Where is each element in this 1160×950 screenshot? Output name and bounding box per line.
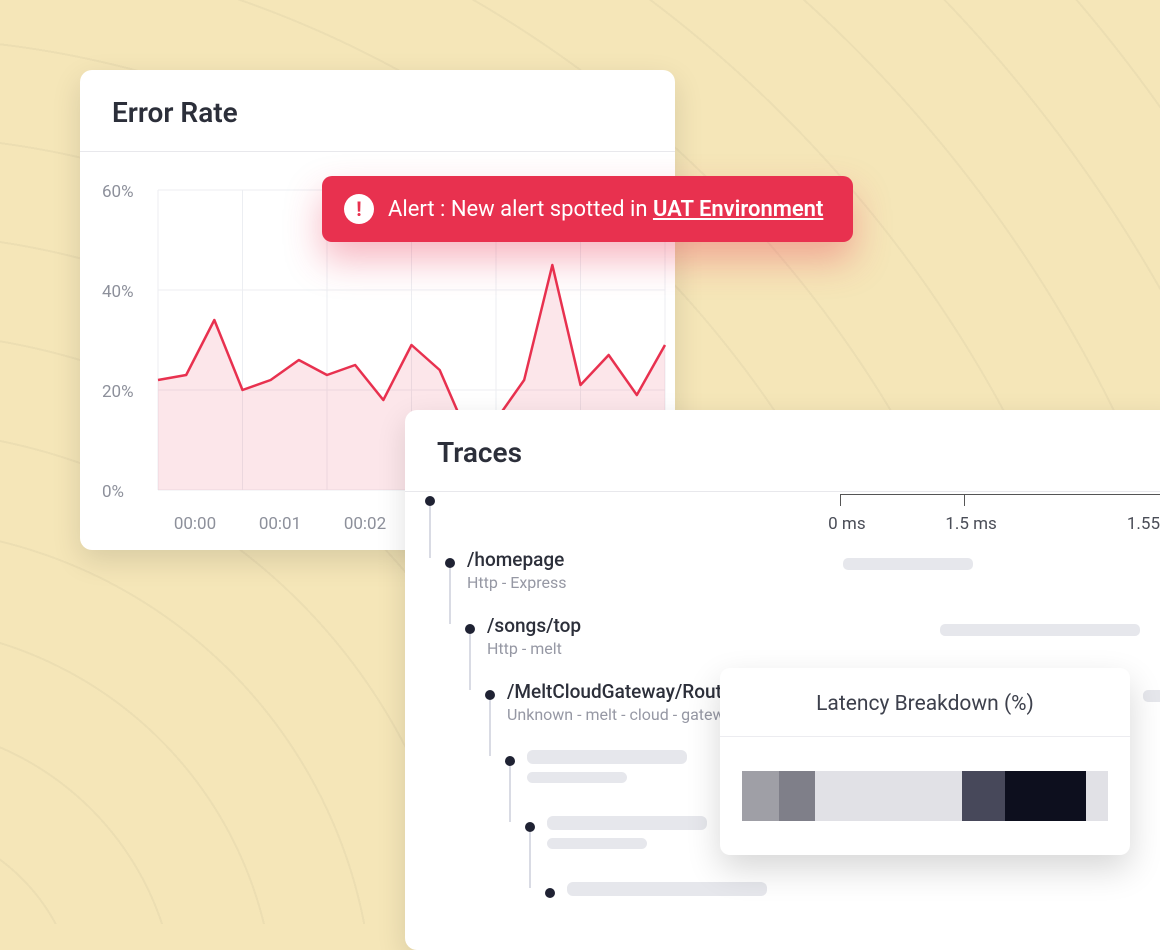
trace-name: /homepage [467, 548, 567, 571]
latency-segment [815, 771, 961, 821]
latency-segment [1086, 771, 1108, 821]
trace-name: /songs/top [487, 614, 581, 637]
latency-segment [742, 771, 779, 821]
trace-item[interactable]: /MeltCloudGateway/Routi Unknown - melt -… [507, 680, 727, 724]
trace-dot[interactable] [485, 690, 495, 700]
latency-segment [1005, 771, 1086, 821]
alert-message: New alert spotted in [451, 197, 653, 222]
trace-span-bar [940, 624, 1140, 636]
latency-bar[interactable] [720, 737, 1130, 855]
trace-span-bar [1143, 690, 1160, 702]
x-tick-label: 00:02 [344, 514, 386, 534]
trace-dot[interactable] [425, 496, 435, 506]
trace-name: /MeltCloudGateway/Routi [507, 680, 727, 703]
time-ruler: 0 ms 1.5 ms 1.55 ms [840, 494, 1160, 546]
latency-title: Latency Breakdown (%) [720, 668, 1130, 737]
trace-sub: Http - Express [467, 573, 567, 592]
trace-dot[interactable] [465, 624, 475, 634]
trace-sub: Unknown - melt - cloud - gatew [507, 705, 727, 724]
ruler-tick: 0 ms [828, 514, 865, 534]
trace-dot[interactable] [525, 822, 535, 832]
ghost-line [547, 816, 707, 830]
ruler-tick: 1.55 ms [1127, 514, 1160, 534]
alert-banner[interactable]: ! Alert : New alert spotted in UAT Envir… [322, 176, 853, 242]
error-rate-title: Error Rate [80, 70, 675, 152]
x-tick-label: 00:01 [259, 514, 301, 534]
ghost-line [527, 772, 627, 783]
ghost-line [567, 882, 767, 896]
trace-dot[interactable] [505, 756, 515, 766]
alert-icon: ! [344, 194, 374, 224]
trace-span-bar [843, 558, 973, 570]
latency-segment [779, 771, 816, 821]
y-tick-label: 60% [102, 182, 134, 202]
y-tick-label: 0% [102, 482, 124, 502]
x-tick-label: 00:00 [174, 514, 216, 534]
ruler-tick: 1.5 ms [945, 514, 997, 534]
latency-segment [962, 771, 1006, 821]
trace-dot[interactable] [445, 558, 455, 568]
alert-prefix: Alert : [388, 197, 451, 222]
traces-title: Traces [405, 410, 1160, 492]
ghost-line [547, 838, 647, 849]
y-tick-label: 40% [102, 282, 134, 302]
alert-link[interactable]: UAT Environment [653, 197, 823, 222]
y-tick-label: 20% [102, 382, 134, 402]
trace-sub: Http - melt [487, 639, 581, 658]
ghost-line [527, 750, 687, 764]
trace-item[interactable]: /homepage Http - Express [467, 548, 567, 592]
alert-text: Alert : New alert spotted in UAT Environ… [388, 197, 823, 222]
trace-item[interactable]: /songs/top Http - melt [487, 614, 581, 658]
trace-dot[interactable] [545, 888, 555, 898]
latency-breakdown-card: Latency Breakdown (%) [720, 668, 1130, 855]
